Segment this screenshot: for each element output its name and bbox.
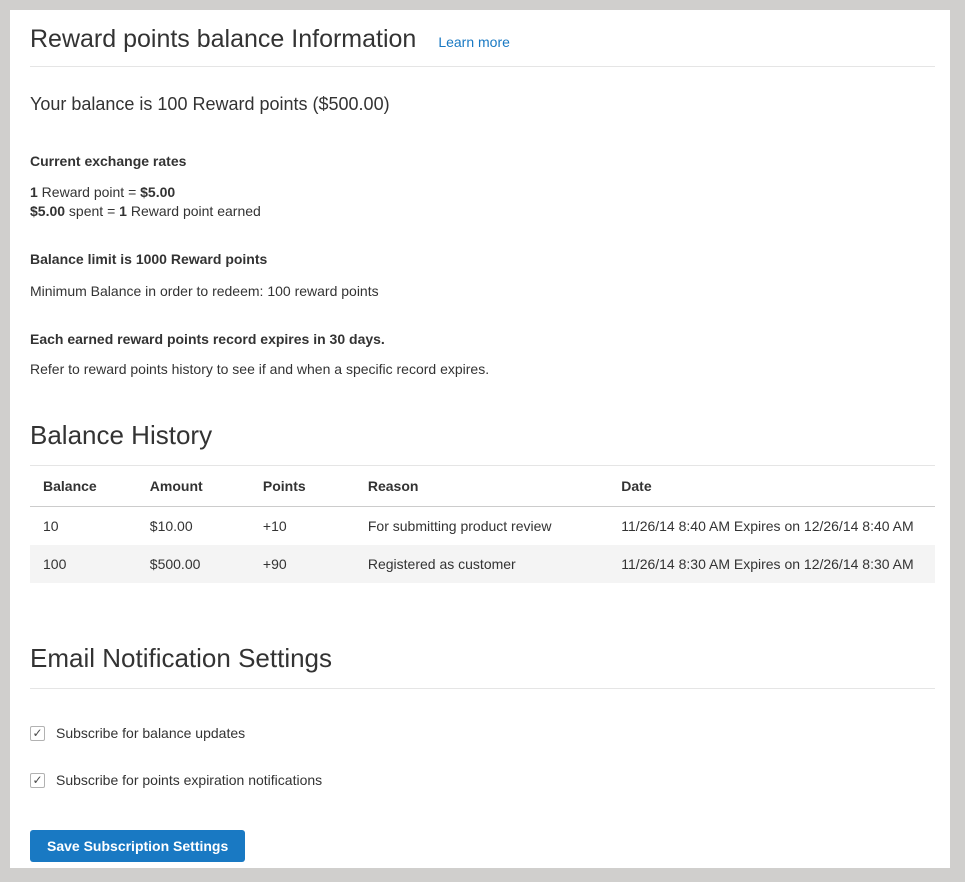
- balance-limit-text: Balance limit is 1000 Reward points: [30, 251, 935, 268]
- email-notification-settings-heading: Email Notification Settings: [30, 643, 935, 689]
- column-header-reason: Reason: [355, 466, 608, 507]
- page-header: Reward points balance Information Learn …: [30, 24, 935, 67]
- balance-summary: Your balance is 100 Reward points ($500.…: [30, 93, 935, 115]
- balance-updates-label: Subscribe for balance updates: [56, 725, 245, 742]
- expiration-heading: Each earned reward points record expires…: [30, 331, 935, 348]
- column-header-points: Points: [250, 466, 355, 507]
- column-header-date: Date: [608, 466, 935, 507]
- cell-reason: Registered as customer: [355, 545, 608, 583]
- cell-amount: $500.00: [137, 545, 250, 583]
- points-expiration-option[interactable]: Subscribe for points expiration notifica…: [30, 772, 322, 789]
- page-title: Reward points balance Information: [30, 24, 416, 54]
- expiration-note: Refer to reward points history to see if…: [30, 361, 935, 378]
- column-header-amount: Amount: [137, 466, 250, 507]
- reward-points-card: Reward points balance Information Learn …: [10, 10, 950, 868]
- save-subscription-settings-button[interactable]: Save Subscription Settings: [30, 830, 245, 862]
- exchange-rates: 1 Reward point = $5.00 $5.00 spent = 1 R…: [30, 183, 935, 221]
- minimum-redeem-text: Minimum Balance in order to redeem: 100 …: [30, 283, 935, 300]
- history-header-row: Balance Amount Points Reason Date: [30, 466, 935, 507]
- cell-points: +10: [250, 507, 355, 546]
- points-expiration-label: Subscribe for points expiration notifica…: [56, 772, 322, 789]
- points-expiration-checkbox[interactable]: [30, 773, 45, 788]
- exchange-rate-line: 1 Reward point = $5.00: [30, 183, 935, 202]
- balance-updates-option[interactable]: Subscribe for balance updates: [30, 725, 245, 742]
- column-header-balance: Balance: [30, 466, 137, 507]
- balance-history-table: Balance Amount Points Reason Date 10 $10…: [30, 466, 935, 583]
- history-row: 100 $500.00 +90 Registered as customer 1…: [30, 545, 935, 583]
- cell-amount: $10.00: [137, 507, 250, 546]
- cell-balance: 100: [30, 545, 137, 583]
- balance-updates-checkbox[interactable]: [30, 726, 45, 741]
- cell-points: +90: [250, 545, 355, 583]
- cell-balance: 10: [30, 507, 137, 546]
- balance-history-heading: Balance History: [30, 420, 935, 466]
- history-row: 10 $10.00 +10 For submitting product rev…: [30, 507, 935, 546]
- learn-more-link[interactable]: Learn more: [438, 34, 510, 50]
- exchange-rate-line: $5.00 spent = 1 Reward point earned: [30, 202, 935, 221]
- exchange-rates-heading: Current exchange rates: [30, 153, 935, 170]
- cell-date: 11/26/14 8:40 AM Expires on 12/26/14 8:4…: [608, 507, 935, 546]
- cell-reason: For submitting product review: [355, 507, 608, 546]
- cell-date: 11/26/14 8:30 AM Expires on 12/26/14 8:3…: [608, 545, 935, 583]
